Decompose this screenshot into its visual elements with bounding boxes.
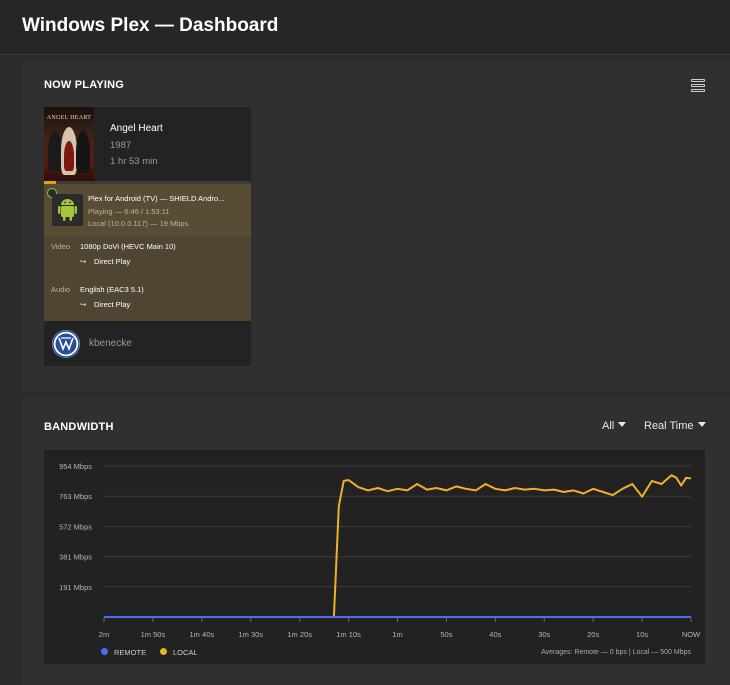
x-tick-label: 1m 50s xyxy=(141,630,166,639)
username: kbenecke xyxy=(89,338,132,349)
x-tick-label: 2m xyxy=(99,630,109,639)
x-tick-label: 1m 40s xyxy=(190,630,215,639)
direct-play-arrow-icon: ↪ xyxy=(80,300,87,309)
range-selected: Real Time xyxy=(644,420,694,432)
x-tick-label: 50s xyxy=(440,630,452,639)
list-view-icon[interactable] xyxy=(691,79,705,92)
y-tick-label: 954 Mbps xyxy=(59,462,92,471)
page-title: Windows Plex — Dashboard xyxy=(22,15,279,36)
x-tick-label: 20s xyxy=(587,630,599,639)
y-tick-label: 572 Mbps xyxy=(59,522,92,531)
player-name: Plex for Android (TV) — SHIELD Andro... xyxy=(88,194,225,203)
movie-title: Angel Heart xyxy=(110,123,163,134)
video-decision: ↪ Direct Play xyxy=(80,257,130,266)
audio-decision: ↪ Direct Play xyxy=(80,300,130,309)
android-icon xyxy=(52,194,83,226)
audio-value: English (EAC3 5.1) xyxy=(80,285,144,294)
x-tick-label: 1m 20s xyxy=(287,630,312,639)
session-user[interactable]: kbenecke xyxy=(44,321,251,366)
filter-dropdown[interactable]: All xyxy=(602,420,627,432)
session-card[interactable]: ANGEL HEART Angel Heart 1987 1 hr 53 min xyxy=(44,107,251,366)
audio-decision-text: Direct Play xyxy=(94,300,131,309)
bandwidth-averages: Averages: Remote — 0 bps | Local — 500 M… xyxy=(541,649,691,656)
x-tick-label: 1m 30s xyxy=(238,630,263,639)
local-legend-marker xyxy=(160,648,167,655)
chevron-down-icon xyxy=(697,422,706,427)
local-legend-label[interactable]: LOCAL xyxy=(173,648,198,657)
player-info: Plex for Android (TV) — SHIELD Andro... … xyxy=(44,184,251,236)
x-tick-label: 1m 10s xyxy=(336,630,361,639)
playback-state: Playing — 6:46 / 1:53:11 xyxy=(88,207,170,216)
y-tick-label: 763 Mbps xyxy=(59,492,92,501)
now-playing-section: NOW PLAYING ANGEL HEART Angel Heart 1987… xyxy=(22,62,730,392)
range-dropdown[interactable]: Real Time xyxy=(644,420,706,432)
video-value: 1080p DoVi (HEVC Main 10) xyxy=(80,242,176,251)
audio-label: Audio xyxy=(51,285,71,294)
movie-year: 1987 xyxy=(110,140,132,151)
top-bar: Windows Plex — Dashboard xyxy=(0,0,730,55)
bandwidth-title: BANDWIDTH xyxy=(44,421,114,433)
poster-title-text: ANGEL HEART xyxy=(46,115,92,121)
movie-poster: ANGEL HEART xyxy=(44,107,94,181)
remote-legend-label[interactable]: REMOTE xyxy=(114,648,146,657)
network-info: Local (10.0.0.117) — 19 Mbps xyxy=(88,219,189,228)
movie-duration: 1 hr 53 min xyxy=(110,156,158,167)
x-tick-label: 30s xyxy=(538,630,550,639)
session-header: ANGEL HEART Angel Heart 1987 1 hr 53 min xyxy=(44,107,251,184)
video-label: Video xyxy=(51,242,71,251)
bandwidth-chart: 954 Mbps 763 Mbps 572 Mbps 381 Mbps 191 Mbps… xyxy=(44,450,705,664)
x-tick-label: 1m xyxy=(392,630,402,639)
filter-selected: All xyxy=(602,420,615,432)
bandwidth-section: BANDWIDTH All Real Time 954 Mbps 763 Mbps… xyxy=(22,398,730,685)
direct-play-arrow-icon: ↪ xyxy=(80,257,87,266)
x-tick-label: NOW xyxy=(682,630,701,639)
bandwidth-chart-svg: 954 Mbps 763 Mbps 572 Mbps 381 Mbps 191 Mbps… xyxy=(59,462,701,639)
user-avatar xyxy=(52,330,80,358)
x-tick-label: 10s xyxy=(636,630,648,639)
remote-legend-marker xyxy=(101,648,108,655)
y-tick-label: 381 Mbps xyxy=(59,553,92,562)
y-tick-label: 191 Mbps xyxy=(59,583,92,592)
now-playing-title: NOW PLAYING xyxy=(44,79,125,91)
chevron-down-icon xyxy=(618,422,627,427)
video-decision-text: Direct Play xyxy=(94,257,131,266)
session-details: Plex for Android (TV) — SHIELD Andro... … xyxy=(44,184,251,321)
x-tick-label: 40s xyxy=(489,630,501,639)
